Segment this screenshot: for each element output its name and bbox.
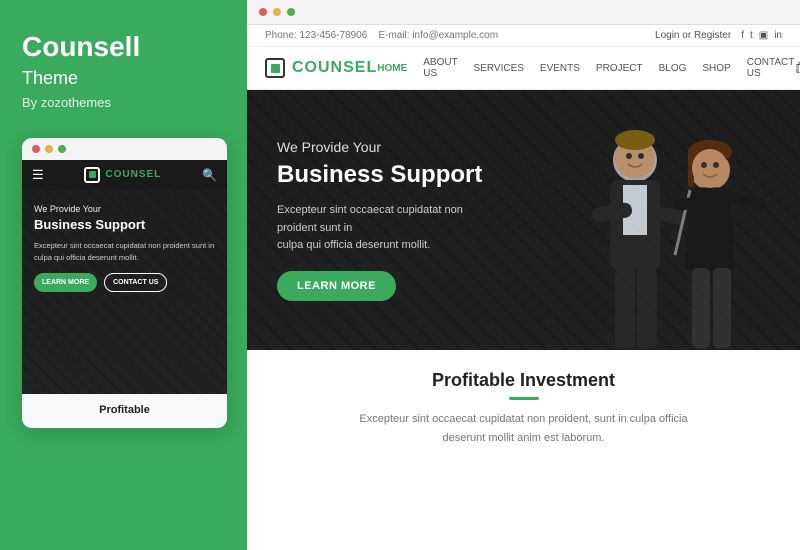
nav-blog[interactable]: BLOG xyxy=(659,63,687,74)
site-logo-box xyxy=(265,58,285,78)
phone-logo-inner xyxy=(89,171,96,178)
theme-author: By zozothemes xyxy=(22,95,111,110)
nav-home[interactable]: HOME xyxy=(377,63,407,74)
nav-icon-group: 🛍 🔍 xyxy=(794,61,800,75)
nav-contact[interactable]: CONTACT US xyxy=(747,57,794,79)
hero-content: We Provide Your Business Support Excepte… xyxy=(247,139,524,301)
instagram-icon[interactable]: ▣ xyxy=(759,30,768,41)
twitter-icon[interactable]: t xyxy=(750,30,753,41)
phone-navbar: ☰ COUNSEL 🔍 xyxy=(22,160,227,190)
site-bottom-section: Profitable Investment Excepteur sint occ… xyxy=(247,350,800,550)
site-navbar: COUNSEL HOME ABOUT US SERVICES EVENTS PR… xyxy=(247,47,800,90)
man-figure xyxy=(591,130,687,348)
phone-logo: COUNSEL xyxy=(84,167,161,183)
dot-green xyxy=(58,145,66,153)
phone-bottom-title: Profitable xyxy=(34,404,215,416)
phone-learn-more-button[interactable]: LEARN MORE xyxy=(34,273,97,292)
phone-hero: We Provide Your Business Support Excepte… xyxy=(22,190,227,394)
woman-figure xyxy=(675,140,766,348)
theme-subtitle: Theme xyxy=(22,68,78,89)
people-svg xyxy=(480,90,800,350)
login-link[interactable]: Login or Register xyxy=(655,30,731,41)
contact-info: Phone: 123-456-78906 E-mail: info@exampl… xyxy=(265,30,498,41)
site-top-bar: Phone: 123-456-78906 E-mail: info@exampl… xyxy=(247,25,800,47)
site-logo: COUNSEL xyxy=(265,58,377,78)
top-right-area: Login or Register f t ▣ in xyxy=(655,30,782,41)
browser-dot-red xyxy=(259,8,267,16)
left-panel: Counsell Theme By zozothemes ☰ COUNSEL 🔍 xyxy=(0,0,247,550)
phone-contact-button[interactable]: CONTACT US xyxy=(104,273,167,292)
phone-info: Phone: 123-456-78906 xyxy=(265,30,367,41)
phone-hero-buttons: LEARN MORE CONTACT US xyxy=(34,273,215,292)
nav-services[interactable]: SERVICES xyxy=(474,63,524,74)
phone-logo-box xyxy=(84,167,100,183)
nav-shop[interactable]: SHOP xyxy=(702,63,730,74)
dot-red xyxy=(32,145,40,153)
nav-events[interactable]: EVENTS xyxy=(540,63,580,74)
dot-yellow xyxy=(45,145,53,153)
hamburger-icon[interactable]: ☰ xyxy=(32,167,44,183)
site-hero: We Provide Your Business Support Excepte… xyxy=(247,90,800,350)
theme-title: Counsell xyxy=(22,30,140,64)
phone-top-bar xyxy=(22,138,227,160)
phone-brand-text: COUNSEL xyxy=(105,169,161,180)
social-icons: f t ▣ in xyxy=(741,30,782,41)
email-info: E-mail: info@example.com xyxy=(378,30,498,41)
phone-hero-desc: Excepteur sint occaecat cupidatat non pr… xyxy=(34,240,215,263)
facebook-icon[interactable]: f xyxy=(741,30,744,41)
phone-hero-title: Business Support xyxy=(34,217,215,234)
nav-about[interactable]: ABOUT US xyxy=(423,57,457,79)
hero-people-illustration xyxy=(480,90,800,350)
hero-learn-more-button[interactable]: LEARN MORE xyxy=(277,271,396,301)
phone-mockup: ☰ COUNSEL 🔍 We Provide Your Business Sup… xyxy=(22,138,227,428)
linkedin-icon[interactable]: in xyxy=(774,30,782,41)
hero-description: Excepteur sint occaecat cupidatat non pr… xyxy=(277,202,494,255)
cart-icon[interactable]: 🛍 xyxy=(794,61,800,75)
site-nav-links: HOME ABOUT US SERVICES EVENTS PROJECT BL… xyxy=(377,57,794,79)
bottom-divider xyxy=(509,397,539,400)
bottom-section-desc: Excepteur sint occaecat cupidatat non pr… xyxy=(344,410,704,447)
phone-search-icon[interactable]: 🔍 xyxy=(202,168,217,182)
browser-dot-green xyxy=(287,8,295,16)
browser-dot-yellow xyxy=(273,8,281,16)
phone-bottom-section: Profitable xyxy=(22,394,227,428)
site-logo-text: COUNSEL xyxy=(292,59,377,77)
browser-chrome xyxy=(247,0,800,25)
website-preview: Phone: 123-456-78906 E-mail: info@exampl… xyxy=(247,25,800,550)
hero-title: Business Support xyxy=(277,161,494,190)
nav-project[interactable]: PROJECT xyxy=(596,63,643,74)
hero-tagline: We Provide Your xyxy=(277,139,494,155)
bottom-section-title: Profitable Investment xyxy=(265,370,782,391)
right-panel: Phone: 123-456-78906 E-mail: info@exampl… xyxy=(247,0,800,550)
phone-hero-tagline: We Provide Your xyxy=(34,204,215,214)
site-logo-inner xyxy=(271,64,280,73)
